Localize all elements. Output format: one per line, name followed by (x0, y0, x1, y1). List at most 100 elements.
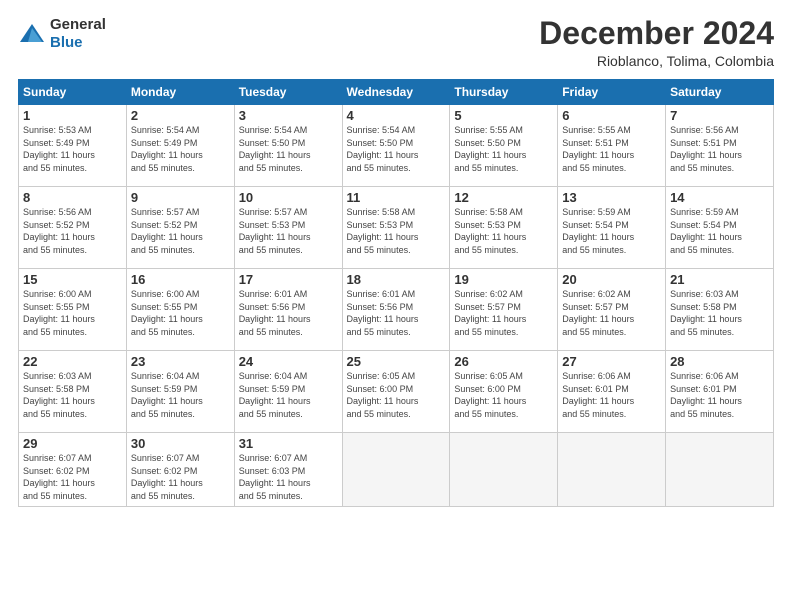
day-number: 22 (23, 354, 122, 369)
day-number: 12 (454, 190, 553, 205)
calendar-cell: 28 Sunrise: 6:06 AMSunset: 6:01 PMDaylig… (666, 351, 774, 433)
calendar-cell: 22 Sunrise: 6:03 AMSunset: 5:58 PMDaylig… (19, 351, 127, 433)
day-info: Sunrise: 5:57 AMSunset: 5:53 PMDaylight:… (239, 206, 338, 256)
day-info: Sunrise: 6:02 AMSunset: 5:57 PMDaylight:… (454, 288, 553, 338)
calendar-cell: 23 Sunrise: 6:04 AMSunset: 5:59 PMDaylig… (126, 351, 234, 433)
logo-icon (18, 22, 46, 46)
header-row: Sunday Monday Tuesday Wednesday Thursday… (19, 80, 774, 105)
day-info: Sunrise: 6:06 AMSunset: 6:01 PMDaylight:… (670, 370, 769, 420)
day-number: 1 (23, 108, 122, 123)
col-wednesday: Wednesday (342, 80, 450, 105)
day-info: Sunrise: 6:05 AMSunset: 6:00 PMDaylight:… (454, 370, 553, 420)
calendar-cell: 12 Sunrise: 5:58 AMSunset: 5:53 PMDaylig… (450, 187, 558, 269)
calendar-cell: 1 Sunrise: 5:53 AMSunset: 5:49 PMDayligh… (19, 105, 127, 187)
day-number: 23 (131, 354, 230, 369)
calendar-cell: 24 Sunrise: 6:04 AMSunset: 5:59 PMDaylig… (234, 351, 342, 433)
day-number: 18 (347, 272, 446, 287)
logo: General Blue (18, 16, 106, 52)
col-saturday: Saturday (666, 80, 774, 105)
day-info: Sunrise: 5:57 AMSunset: 5:52 PMDaylight:… (131, 206, 230, 256)
day-number: 7 (670, 108, 769, 123)
day-number: 30 (131, 436, 230, 451)
calendar-cell: 20 Sunrise: 6:02 AMSunset: 5:57 PMDaylig… (558, 269, 666, 351)
calendar-cell: 18 Sunrise: 6:01 AMSunset: 5:56 PMDaylig… (342, 269, 450, 351)
calendar-cell (342, 433, 450, 506)
day-number: 16 (131, 272, 230, 287)
calendar-cell: 9 Sunrise: 5:57 AMSunset: 5:52 PMDayligh… (126, 187, 234, 269)
day-number: 5 (454, 108, 553, 123)
calendar-cell: 29 Sunrise: 6:07 AMSunset: 6:02 PMDaylig… (19, 433, 127, 506)
calendar-cell: 5 Sunrise: 5:55 AMSunset: 5:50 PMDayligh… (450, 105, 558, 187)
day-number: 20 (562, 272, 661, 287)
calendar-cell: 8 Sunrise: 5:56 AMSunset: 5:52 PMDayligh… (19, 187, 127, 269)
day-info: Sunrise: 5:54 AMSunset: 5:50 PMDaylight:… (239, 124, 338, 174)
day-info: Sunrise: 6:03 AMSunset: 5:58 PMDaylight:… (670, 288, 769, 338)
week-row-5: 29 Sunrise: 6:07 AMSunset: 6:02 PMDaylig… (19, 433, 774, 506)
day-info: Sunrise: 6:00 AMSunset: 5:55 PMDaylight:… (131, 288, 230, 338)
day-info: Sunrise: 5:56 AMSunset: 5:52 PMDaylight:… (23, 206, 122, 256)
day-number: 31 (239, 436, 338, 451)
calendar-cell: 4 Sunrise: 5:54 AMSunset: 5:50 PMDayligh… (342, 105, 450, 187)
calendar-cell: 27 Sunrise: 6:06 AMSunset: 6:01 PMDaylig… (558, 351, 666, 433)
day-info: Sunrise: 5:59 AMSunset: 5:54 PMDaylight:… (562, 206, 661, 256)
day-info: Sunrise: 5:56 AMSunset: 5:51 PMDaylight:… (670, 124, 769, 174)
col-friday: Friday (558, 80, 666, 105)
day-number: 6 (562, 108, 661, 123)
day-number: 29 (23, 436, 122, 451)
col-sunday: Sunday (19, 80, 127, 105)
day-info: Sunrise: 5:55 AMSunset: 5:50 PMDaylight:… (454, 124, 553, 174)
day-info: Sunrise: 6:04 AMSunset: 5:59 PMDaylight:… (131, 370, 230, 420)
calendar-cell: 10 Sunrise: 5:57 AMSunset: 5:53 PMDaylig… (234, 187, 342, 269)
day-number: 8 (23, 190, 122, 205)
calendar-cell (450, 433, 558, 506)
day-number: 10 (239, 190, 338, 205)
day-number: 11 (347, 190, 446, 205)
day-info: Sunrise: 6:06 AMSunset: 6:01 PMDaylight:… (562, 370, 661, 420)
day-number: 27 (562, 354, 661, 369)
day-number: 17 (239, 272, 338, 287)
col-thursday: Thursday (450, 80, 558, 105)
day-info: Sunrise: 5:59 AMSunset: 5:54 PMDaylight:… (670, 206, 769, 256)
day-number: 24 (239, 354, 338, 369)
calendar-cell: 13 Sunrise: 5:59 AMSunset: 5:54 PMDaylig… (558, 187, 666, 269)
day-info: Sunrise: 6:04 AMSunset: 5:59 PMDaylight:… (239, 370, 338, 420)
week-row-3: 15 Sunrise: 6:00 AMSunset: 5:55 PMDaylig… (19, 269, 774, 351)
calendar-cell: 19 Sunrise: 6:02 AMSunset: 5:57 PMDaylig… (450, 269, 558, 351)
day-info: Sunrise: 5:54 AMSunset: 5:49 PMDaylight:… (131, 124, 230, 174)
calendar-cell: 11 Sunrise: 5:58 AMSunset: 5:53 PMDaylig… (342, 187, 450, 269)
day-number: 15 (23, 272, 122, 287)
day-number: 14 (670, 190, 769, 205)
calendar-cell: 25 Sunrise: 6:05 AMSunset: 6:00 PMDaylig… (342, 351, 450, 433)
calendar-table: Sunday Monday Tuesday Wednesday Thursday… (18, 79, 774, 506)
day-info: Sunrise: 6:03 AMSunset: 5:58 PMDaylight:… (23, 370, 122, 420)
day-number: 3 (239, 108, 338, 123)
col-monday: Monday (126, 80, 234, 105)
day-number: 25 (347, 354, 446, 369)
day-number: 4 (347, 108, 446, 123)
logo-blue: Blue (50, 34, 83, 51)
week-row-4: 22 Sunrise: 6:03 AMSunset: 5:58 PMDaylig… (19, 351, 774, 433)
calendar-cell: 15 Sunrise: 6:00 AMSunset: 5:55 PMDaylig… (19, 269, 127, 351)
day-number: 28 (670, 354, 769, 369)
calendar-cell: 30 Sunrise: 6:07 AMSunset: 6:02 PMDaylig… (126, 433, 234, 506)
day-info: Sunrise: 6:01 AMSunset: 5:56 PMDaylight:… (347, 288, 446, 338)
title-block: December 2024 Rioblanco, Tolima, Colombi… (539, 16, 774, 69)
calendar-cell: 6 Sunrise: 5:55 AMSunset: 5:51 PMDayligh… (558, 105, 666, 187)
calendar-cell: 26 Sunrise: 6:05 AMSunset: 6:00 PMDaylig… (450, 351, 558, 433)
location-title: Rioblanco, Tolima, Colombia (539, 53, 774, 69)
day-number: 19 (454, 272, 553, 287)
day-info: Sunrise: 6:01 AMSunset: 5:56 PMDaylight:… (239, 288, 338, 338)
day-info: Sunrise: 6:07 AMSunset: 6:02 PMDaylight:… (23, 452, 122, 502)
calendar-cell (666, 433, 774, 506)
calendar-cell: 14 Sunrise: 5:59 AMSunset: 5:54 PMDaylig… (666, 187, 774, 269)
calendar-cell: 7 Sunrise: 5:56 AMSunset: 5:51 PMDayligh… (666, 105, 774, 187)
col-tuesday: Tuesday (234, 80, 342, 105)
calendar-cell: 16 Sunrise: 6:00 AMSunset: 5:55 PMDaylig… (126, 269, 234, 351)
calendar-cell (558, 433, 666, 506)
day-number: 9 (131, 190, 230, 205)
month-title: December 2024 (539, 16, 774, 51)
day-number: 2 (131, 108, 230, 123)
logo-general: General (50, 16, 106, 33)
day-number: 21 (670, 272, 769, 287)
day-info: Sunrise: 6:07 AMSunset: 6:02 PMDaylight:… (131, 452, 230, 502)
